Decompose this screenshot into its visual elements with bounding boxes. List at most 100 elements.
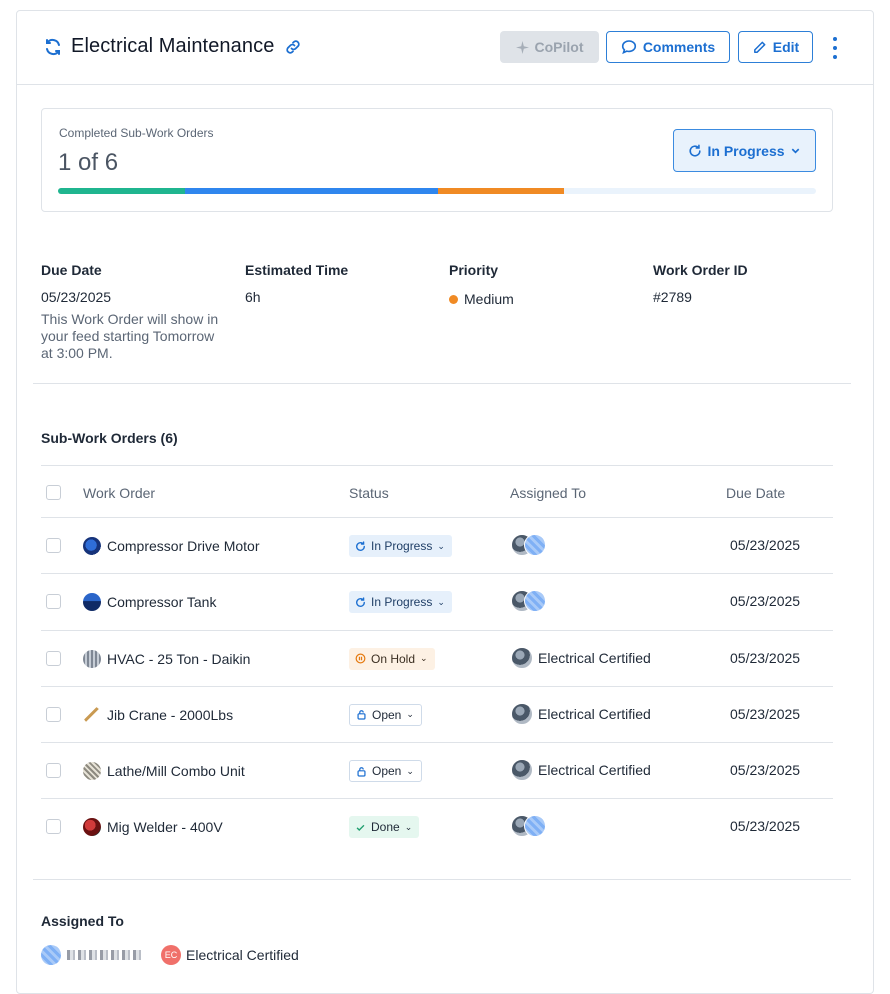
comment-icon: [621, 40, 636, 55]
table-row[interactable]: Lathe/Mill Combo Unit Open ⌄ Electrical …: [41, 743, 833, 800]
team-avatar: EC: [161, 945, 181, 965]
select-all-checkbox[interactable]: [46, 485, 61, 500]
status-chip[interactable]: Done ⌄: [349, 816, 420, 839]
status-dropdown[interactable]: In Progress: [673, 129, 816, 172]
pencil-icon: [753, 41, 766, 53]
asset-thumbnail: [83, 818, 101, 837]
status-label: Open: [372, 707, 402, 722]
work-order-name: HVAC - 25 Ton - Daikin: [107, 650, 251, 667]
assignees: [511, 534, 546, 556]
progress-label: Completed Sub-Work Orders: [59, 126, 214, 140]
column-header-due-date[interactable]: Due Date: [726, 485, 785, 501]
work-order-name: Compressor Drive Motor: [107, 538, 260, 554]
work-order-card: Electrical Maintenance CoPilot Comments …: [16, 10, 874, 994]
column-header-work-order[interactable]: Work Order: [83, 485, 155, 501]
copilot-button[interactable]: CoPilot: [500, 31, 599, 63]
status-label: In Progress: [371, 595, 433, 610]
work-order-id-value: #2789: [653, 289, 692, 305]
check-icon: [356, 824, 365, 832]
comments-button[interactable]: Comments: [606, 31, 730, 63]
link-icon[interactable]: [284, 38, 302, 56]
team-avatar: [511, 759, 533, 782]
chevron-down-icon: ⌄: [437, 540, 445, 551]
work-order-cell[interactable]: HVAC - 25 Ton - Daikin: [83, 649, 251, 668]
table-row[interactable]: Compressor Tank In Progress ⌄ 05/23/2025: [41, 574, 833, 631]
work-order-name: Compressor Tank: [107, 594, 217, 611]
refresh-icon: [356, 597, 365, 607]
due-date-cell: 05/23/2025: [730, 762, 801, 779]
row-checkbox[interactable]: [46, 706, 61, 722]
asset-thumbnail: [83, 705, 101, 724]
assigned-to-label: Assigned To: [41, 913, 124, 929]
work-order-cell[interactable]: Compressor Drive Motor: [83, 537, 259, 555]
due-date-field: Due Date 05/23/2025 This Work Order will…: [41, 262, 221, 362]
copilot-label: CoPilot: [534, 39, 584, 55]
status-chip[interactable]: Open ⌄: [349, 703, 422, 726]
sub-work-order-progress: Completed Sub-Work Orders 1 of 6 In Prog…: [41, 108, 833, 212]
user-avatar[interactable]: [41, 945, 61, 965]
refresh-icon: [689, 144, 702, 157]
assignee-name: Electrical Certified: [538, 705, 651, 722]
unlock-icon: [357, 710, 366, 720]
progress-segment-on-hold: [438, 188, 564, 194]
table-row[interactable]: HVAC - 25 Ton - Daikin On Hold ⌄ Electri…: [41, 631, 833, 687]
status-label: On Hold: [371, 651, 416, 666]
status-label: In Progress: [371, 539, 433, 553]
work-order-header: Electrical Maintenance CoPilot Comments …: [17, 11, 873, 85]
divider: [33, 879, 851, 880]
row-checkbox[interactable]: [46, 819, 61, 835]
progress-count: 1 of 6: [58, 149, 119, 176]
due-date-cell: 05/23/2025: [730, 537, 801, 553]
status-chip[interactable]: Open ⌄: [349, 760, 422, 783]
status-chip[interactable]: In Progress ⌄: [349, 535, 452, 557]
work-order-name: Lathe/Mill Combo Unit: [107, 763, 245, 780]
table-row[interactable]: Compressor Drive Motor In Progress ⌄ 05/…: [41, 518, 833, 575]
comments-label: Comments: [642, 39, 716, 55]
status-chip[interactable]: In Progress ⌄: [349, 591, 452, 614]
team-name[interactable]: Electrical Certified: [186, 947, 299, 963]
asset-thumbnail: [83, 762, 101, 781]
sub-work-orders-table: Work Order Status Assigned To Due Date C…: [41, 465, 833, 856]
chevron-down-icon: ⌄: [404, 821, 413, 832]
estimated-time-value: 6h: [245, 289, 261, 305]
due-date-cell: 05/23/2025: [730, 593, 801, 610]
divider: [33, 383, 851, 384]
table-row[interactable]: Mig Welder - 400V Done ⌄ 05/23/2025: [41, 799, 833, 855]
refresh-icon: [356, 540, 365, 551]
work-order-name: Mig Welder - 400V: [107, 819, 223, 836]
row-checkbox[interactable]: [46, 538, 61, 553]
priority-value: Medium: [464, 291, 514, 307]
due-date-note: This Work Order will show in your feed s…: [41, 311, 219, 361]
row-checkbox[interactable]: [46, 763, 61, 779]
assignees: [511, 590, 546, 613]
estimated-time-label: Estimated Time: [245, 262, 349, 278]
edit-button[interactable]: Edit: [738, 31, 813, 63]
chevron-down-icon: [791, 148, 799, 154]
more-options-icon[interactable]: [825, 37, 845, 59]
avatar: [524, 534, 546, 556]
progress-segment-in-progress: [185, 188, 438, 194]
chevron-down-icon: ⌄: [420, 653, 428, 664]
team-avatar: [511, 646, 533, 669]
row-checkbox[interactable]: [46, 594, 61, 610]
avatar: [524, 590, 546, 613]
status-chip[interactable]: On Hold ⌄: [349, 647, 435, 670]
work-order-cell[interactable]: Lathe/Mill Combo Unit: [83, 762, 245, 781]
column-header-status[interactable]: Status: [349, 485, 389, 501]
assignee-name: Electrical Certified: [538, 762, 651, 779]
work-order-cell[interactable]: Jib Crane - 2000Lbs: [83, 705, 233, 724]
redacted-user-name[interactable]: [67, 950, 141, 960]
assignees: [511, 815, 546, 838]
row-checkbox[interactable]: [46, 650, 61, 666]
column-header-assigned-to[interactable]: Assigned To: [510, 485, 586, 501]
asset-thumbnail: [83, 593, 101, 612]
assigned-to-list: EC Electrical Certified: [41, 945, 299, 965]
priority-field: Priority Medium: [449, 262, 514, 307]
work-order-cell[interactable]: Mig Welder - 400V: [83, 818, 223, 837]
priority-label: Priority: [449, 262, 499, 278]
work-order-cell[interactable]: Compressor Tank: [83, 593, 217, 612]
table-row[interactable]: Jib Crane - 2000Lbs Open ⌄ Electrical Ce…: [41, 687, 833, 744]
progress-segment-done: [58, 188, 185, 194]
work-order-id-label: Work Order ID: [653, 262, 748, 278]
due-date-cell: 05/23/2025: [730, 705, 801, 722]
